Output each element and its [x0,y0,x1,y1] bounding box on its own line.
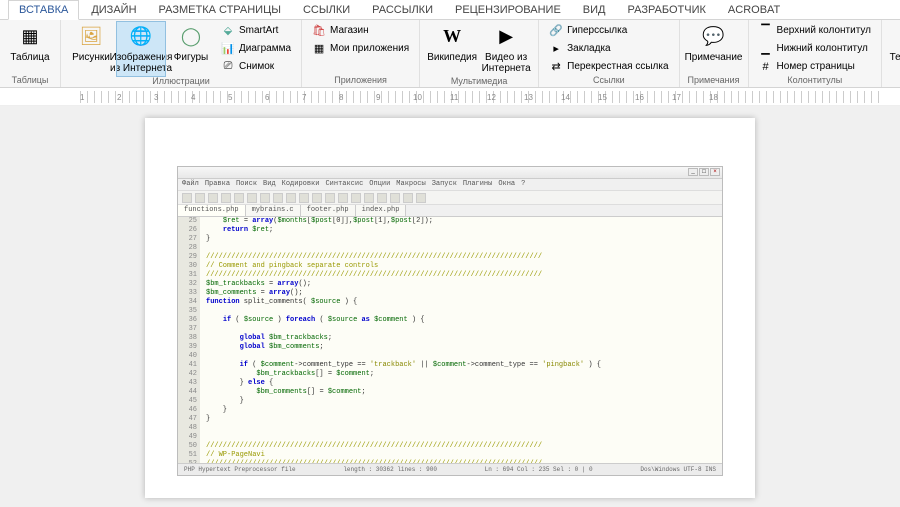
crossref-icon: ⇄ [549,60,563,74]
tab-references[interactable]: ССЫЛКИ [293,1,360,19]
editor-toolbar [178,191,722,205]
tab-review[interactable]: РЕЦЕНЗИРОВАНИЕ [445,1,571,19]
screenshot-button[interactable]: ⎚Снимок [217,58,295,75]
editor-menubar: ФайлПравкаПоискВидКодировкиСинтаксисОпци… [178,179,722,191]
my-apps-button[interactable]: ▦Мои приложения [308,40,413,57]
document-area: _□× ФайлПравкаПоискВидКодировкиСинтаксис… [0,106,900,507]
group-media: Мультимедиа [426,76,532,87]
crossref-button[interactable]: ⇄Перекрестная ссылка [545,58,672,75]
screenshot-icon: ⎚ [221,60,235,74]
hyperlink-button[interactable]: 🔗Гиперссылка [545,22,672,39]
tab-layout[interactable]: РАЗМЕТКА СТРАНИЦЫ [149,1,291,19]
ribbon: ▦ Таблица Таблицы 🖼 Рисунки 🌐 Изображени… [0,20,900,88]
editor-tabs: functions.phpmybrains.cfooter.phpindex.p… [178,205,722,217]
ruler-scale: 123456789101112131415161718 [80,91,880,103]
shapes-button[interactable]: ◯ Фигуры [167,22,215,65]
bookmark-icon: ▸ [549,42,563,56]
link-icon: 🔗 [549,24,563,38]
smartart-button[interactable]: ⬙SmartArt [217,22,295,39]
header-button[interactable]: ▔Верхний колонтитул [755,22,876,39]
store-icon: 🛍 [312,24,326,38]
online-video-button[interactable]: ▶ Видео из Интернета [480,22,532,76]
group-tables: Таблицы [6,75,54,86]
editor-body: 25 26 27 28 29 30 31 32 33 34 35 36 37 3… [178,217,722,463]
tab-view[interactable]: ВИД [573,1,616,19]
group-apps: Приложения [308,75,413,86]
globe-picture-icon: 🌐 [128,24,154,50]
store-button[interactable]: 🛍Магазин [308,22,413,39]
shapes-icon: ◯ [178,24,204,50]
tab-design[interactable]: ДИЗАЙН [81,1,146,19]
smartart-icon: ⬙ [221,24,235,38]
wikipedia-icon: W [439,24,465,50]
bookmark-button[interactable]: ▸Закладка [545,40,672,57]
wikipedia-button[interactable]: W Википедия [426,22,478,65]
chart-icon: 📊 [221,42,235,56]
code-content: $ret = array($months[$post[0]],$post[1],… [200,217,722,463]
editor-titlebar [178,167,722,179]
window-buttons: _□× [688,168,720,176]
table-icon: ▦ [17,24,43,50]
footer-button[interactable]: ▁Нижний колонтитул [755,40,876,57]
group-links: Ссылки [545,75,672,86]
ruler[interactable]: 123456789101112131415161718 [0,88,900,106]
embedded-editor-image: _□× ФайлПравкаПоискВидКодировкиСинтаксис… [177,166,723,476]
footer-icon: ▁ [759,42,773,56]
picture-icon: 🖼 [78,24,104,50]
comment-button[interactable]: 💬 Примечание [686,22,742,65]
table-button[interactable]: ▦ Таблица [6,22,54,65]
apps-icon: ▦ [312,42,326,56]
chart-button[interactable]: 📊Диаграмма [217,40,295,57]
editor-statusbar: PHP Hypertext Preprocessor file length :… [178,463,722,475]
line-gutter: 25 26 27 28 29 30 31 32 33 34 35 36 37 3… [178,217,200,463]
group-text: Текст [888,76,900,87]
tab-acrobat[interactable]: ACROBAT [718,1,790,19]
comment-icon: 💬 [701,24,727,50]
tab-mailings[interactable]: РАССЫЛКИ [362,1,443,19]
group-illustrations: Иллюстрации [67,76,295,87]
pictures-button[interactable]: 🖼 Рисунки [67,22,115,65]
tab-developer[interactable]: РАЗРАБОТЧИК [618,1,716,19]
textbox-button[interactable]: A Текстовое поле [888,22,900,76]
page[interactable]: _□× ФайлПравкаПоискВидКодировкиСинтаксис… [145,118,755,498]
pagenum-button[interactable]: #Номер страницы [755,58,876,75]
group-comments: Примечания [686,75,742,86]
tab-insert[interactable]: ВСТАВКА [8,0,79,20]
group-headerfooter: Колонтитулы [755,75,876,86]
pagenum-icon: # [759,60,773,74]
online-pictures-button[interactable]: 🌐 Изображения из Интернета [117,22,165,76]
header-icon: ▔ [759,24,773,38]
video-icon: ▶ [493,24,519,50]
ribbon-tabs: ВСТАВКА ДИЗАЙН РАЗМЕТКА СТРАНИЦЫ ССЫЛКИ … [0,0,900,20]
